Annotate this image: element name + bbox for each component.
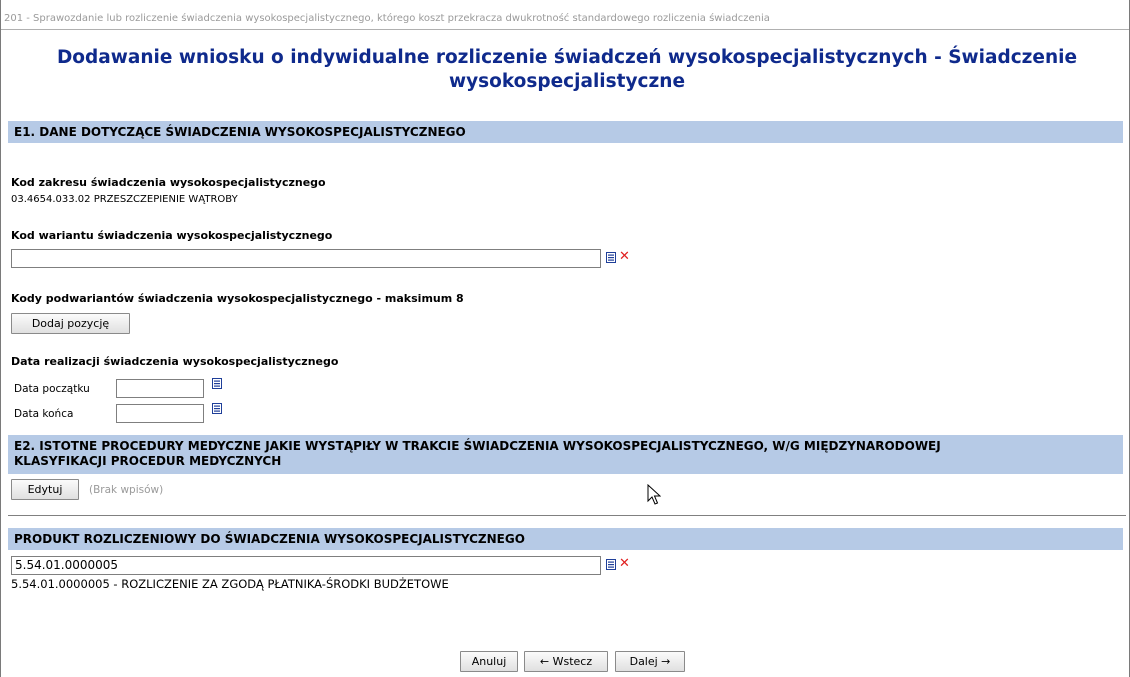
page-title-line1: Dodawanie wniosku o indywidualne rozlicz…	[56, 47, 1078, 68]
date-start-calendar-icon[interactable]	[212, 378, 222, 389]
variant-label: Kod wariantu świadczenia wysokospecjalis…	[11, 229, 333, 242]
section-e2-header-line2: KLASYFIKACJI PROCEDUR MEDYCZNYCH	[14, 454, 282, 468]
edit-procedures-button[interactable]: Edytuj	[11, 479, 79, 500]
breadcrumb: 201 - Sprawozdanie lub rozliczenie świad…	[4, 13, 770, 24]
breadcrumb-divider	[1, 29, 1129, 30]
subvariants-label: Kody podwariantów świadczenia wysokospec…	[11, 292, 464, 305]
product-description: 5.54.01.0000005 - ROZLICZENIE ZA ZGODĄ P…	[11, 577, 449, 591]
add-position-button[interactable]: Dodaj pozycję	[11, 313, 130, 334]
page-title: Dodawanie wniosku o indywidualne rozlicz…	[8, 46, 1126, 94]
date-end-label: Data końca	[14, 408, 74, 420]
section-e1-header: E1. DANE DOTYCZĄCE ŚWIADCZENIA WYSOKOSPE…	[8, 121, 1123, 143]
procedures-empty-text: (Brak wpisów)	[89, 484, 164, 496]
section-e2-header: E2. ISTOTNE PROCEDURY MEDYCZNE JAKIE WYS…	[8, 435, 1123, 474]
scope-label: Kod zakresu świadczenia wysokospecjalist…	[11, 176, 326, 189]
mouse-cursor-icon	[647, 484, 661, 505]
date-start-input[interactable]	[116, 379, 204, 398]
date-end-input[interactable]	[116, 404, 204, 423]
date-end-calendar-icon[interactable]	[212, 403, 222, 414]
variant-clear-icon[interactable]: ✕	[619, 250, 630, 263]
page-title-line2: wysokospecjalistyczne	[448, 71, 686, 92]
variant-input[interactable]	[11, 249, 601, 268]
section-product-header: PRODUKT ROZLICZENIOWY DO ŚWIADCZENIA WYS…	[8, 528, 1123, 550]
left-border	[0, 0, 1, 677]
product-list-icon[interactable]	[606, 559, 616, 570]
variant-list-icon[interactable]	[606, 252, 616, 263]
next-button[interactable]: Dalej →	[615, 651, 685, 672]
cancel-button[interactable]: Anuluj	[460, 651, 518, 672]
date-start-label: Data początku	[14, 383, 90, 395]
scope-value: 03.4654.033.02 PRZESZCZEPIENIE WĄTROBY	[11, 194, 238, 205]
date-realization-label: Data realizacji świadczenia wysokospecja…	[11, 355, 339, 368]
back-button[interactable]: ← Wstecz	[524, 651, 608, 672]
product-input[interactable]: 5.54.01.0000005	[11, 556, 601, 575]
product-clear-icon[interactable]: ✕	[619, 557, 630, 570]
section-e2-header-line1: E2. ISTOTNE PROCEDURY MEDYCZNE JAKIE WYS…	[14, 439, 941, 453]
page-frame: 201 - Sprawozdanie lub rozliczenie świad…	[0, 0, 1130, 677]
section-divider	[8, 515, 1126, 516]
